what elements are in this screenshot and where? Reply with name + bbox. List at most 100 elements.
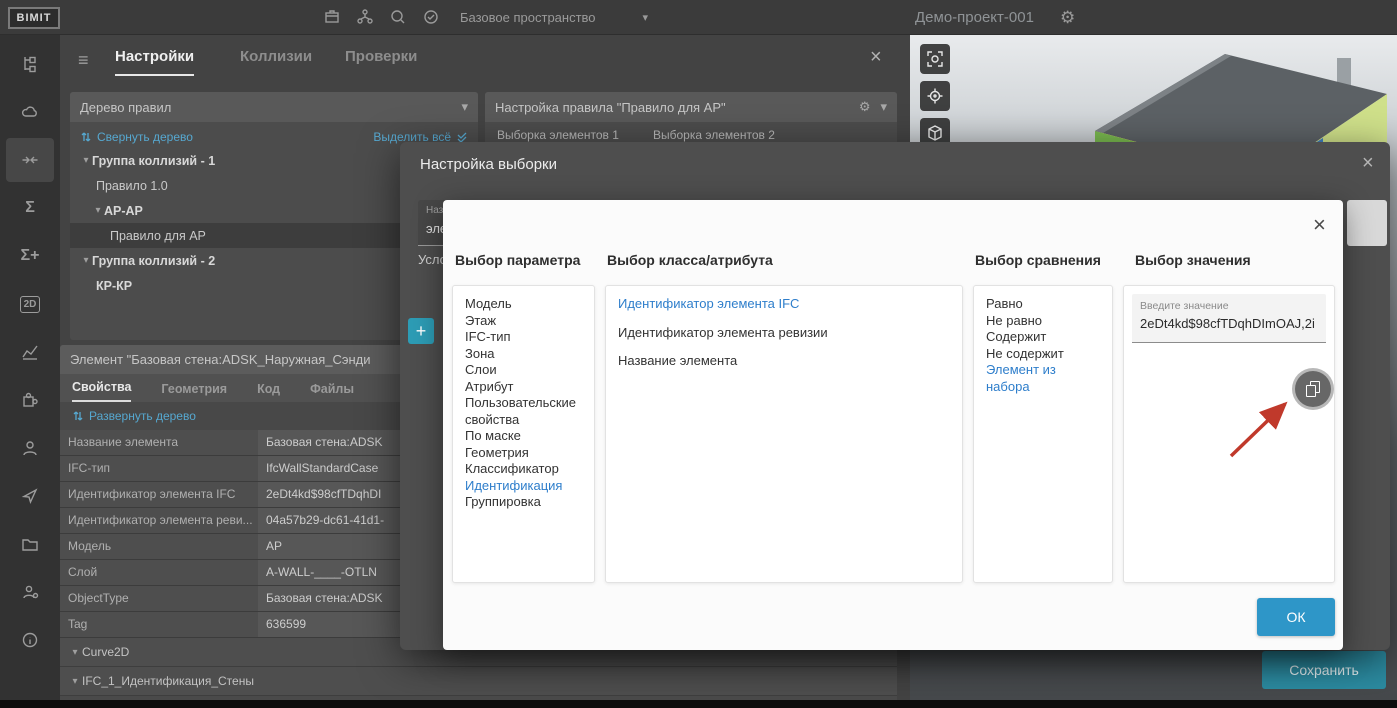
- tab-properties[interactable]: Свойства: [72, 380, 131, 402]
- sidebar-sigma-button[interactable]: Σ: [6, 186, 54, 230]
- tree-item-label: КР-КР: [96, 279, 132, 293]
- rules-tree-header[interactable]: Дерево правил ▾: [70, 92, 478, 122]
- close-icon[interactable]: ×: [1313, 212, 1326, 238]
- rules-tree-title: Дерево правил: [80, 100, 171, 115]
- chevron-down-icon[interactable]: ▾: [68, 647, 82, 658]
- sidebar-collisions-button[interactable]: [6, 138, 54, 182]
- rule-config-header[interactable]: Настройка правила "Правило для АР" ⚙ ▾: [485, 92, 897, 122]
- sidebar-pointer-button[interactable]: [6, 474, 54, 518]
- collapse-tree-link[interactable]: Свернуть дерево: [80, 130, 193, 144]
- comparison-column-title: Выбор сравнения: [975, 252, 1101, 268]
- tab-collisions[interactable]: Коллизии: [240, 48, 312, 74]
- chevron-down-icon[interactable]: ▾: [461, 99, 468, 115]
- value-input-field[interactable]: Введите значение: [1132, 294, 1326, 343]
- tree-item-label: АР-АР: [104, 204, 143, 218]
- chevron-down-icon[interactable]: ▾: [68, 676, 82, 687]
- team-structure-icon[interactable]: [355, 7, 375, 27]
- option-ifc-element-id[interactable]: Идентификатор элемента IFC: [618, 296, 950, 313]
- group-label: IFC_1_Идентификация_Стены: [82, 674, 254, 688]
- sidebar-sigma-plus-button[interactable]: Σ+: [6, 234, 54, 278]
- value-column-title: Выбор значения: [1135, 252, 1251, 268]
- option-ifc-type[interactable]: IFC-тип: [465, 329, 582, 346]
- sidebar-info-button[interactable]: [6, 618, 54, 662]
- tab-code[interactable]: Код: [257, 382, 280, 402]
- option-classifier[interactable]: Классификатор: [465, 461, 582, 478]
- tree-item-label: Группа коллизий - 2: [92, 254, 215, 268]
- option-custom-properties[interactable]: Пользовательские свойства: [465, 395, 582, 428]
- copy-value-button[interactable]: [1295, 371, 1331, 407]
- sigma-plus-icon: Σ+: [21, 247, 40, 265]
- check-circle-icon[interactable]: [421, 7, 441, 27]
- option-floor[interactable]: Этаж: [465, 313, 582, 330]
- chevron-down-icon[interactable]: ▾: [80, 255, 92, 266]
- property-name: Tag: [60, 612, 258, 637]
- option-by-mask[interactable]: По маске: [465, 428, 582, 445]
- field-side-button[interactable]: [1347, 200, 1387, 246]
- expand-tree-link[interactable]: Развернуть дерево: [72, 409, 196, 423]
- option-model[interactable]: Модель: [465, 296, 582, 313]
- option-element-from-set[interactable]: Элемент из набора: [986, 362, 1100, 395]
- comparison-listbox: Равно Не равно Содержит Не содержит Элем…: [973, 285, 1113, 583]
- option-zone[interactable]: Зона: [465, 346, 582, 363]
- property-group-ifc-identification[interactable]: ▾ IFC_1_Идентификация_Стены: [60, 667, 897, 696]
- tab-geometry[interactable]: Геометрия: [161, 382, 227, 402]
- tab-settings[interactable]: Настройки: [115, 48, 194, 76]
- model-box-icon[interactable]: [322, 7, 342, 27]
- tab-checks[interactable]: Проверки: [345, 48, 417, 74]
- close-icon[interactable]: ×: [1362, 152, 1374, 175]
- option-geometry[interactable]: Геометрия: [465, 445, 582, 462]
- option-revision-element-id[interactable]: Идентификатор элемента ревизии: [618, 325, 950, 342]
- project-settings-gear-icon[interactable]: ⚙: [1060, 9, 1075, 26]
- sync-globe-icon[interactable]: [388, 7, 408, 27]
- sidebar-cloud-button[interactable]: [6, 90, 54, 134]
- option-attribute[interactable]: Атрибут: [465, 379, 582, 396]
- option-equals[interactable]: Равно: [986, 296, 1100, 313]
- chevron-down-icon[interactable]: ▾: [80, 155, 92, 166]
- property-name: ObjectType: [60, 586, 258, 611]
- sidebar-folder-button[interactable]: [6, 522, 54, 566]
- sidebar-user-button[interactable]: [6, 426, 54, 470]
- panel-menu-icon[interactable]: ≡: [78, 50, 89, 71]
- viewport-nav: [920, 44, 950, 148]
- option-layers[interactable]: Слои: [465, 362, 582, 379]
- tab-files[interactable]: Файлы: [310, 382, 354, 402]
- panel-close-icon[interactable]: ×: [870, 46, 882, 69]
- topbar: BIMIT Базовое пространство ▾ Демо-проект…: [0, 0, 1397, 35]
- value-input[interactable]: [1140, 316, 1318, 331]
- app-root: BIMIT Базовое пространство ▾ Демо-проект…: [0, 0, 1397, 708]
- class-listbox: Идентификатор элемента IFC Идентификатор…: [605, 285, 963, 583]
- class-column-title: Выбор класса/атрибута: [607, 252, 773, 268]
- element-title: Элемент "Базовая стена:ADSK_Наружная_Сэн…: [70, 352, 371, 367]
- project-title: Демо-проект-001: [915, 9, 1034, 26]
- option-identification[interactable]: Идентификация: [465, 478, 582, 495]
- sigma-icon: Σ: [25, 199, 35, 217]
- topbar-project: Демо-проект-001 ⚙: [915, 0, 1075, 34]
- chevron-down-icon[interactable]: ▾: [880, 99, 887, 115]
- option-not-contains[interactable]: Не содержит: [986, 346, 1100, 363]
- parameter-column-title: Выбор параметра: [455, 252, 580, 268]
- option-not-equals[interactable]: Не равно: [986, 313, 1100, 330]
- option-element-name[interactable]: Название элемента: [618, 353, 950, 370]
- sidebar-model-tree-button[interactable]: [6, 42, 54, 86]
- workspace-selector[interactable]: Базовое пространство ▾: [460, 10, 648, 25]
- target-home-button[interactable]: [920, 81, 950, 111]
- ok-button[interactable]: ОК: [1257, 598, 1335, 636]
- chevron-down-icon[interactable]: ▾: [92, 205, 104, 216]
- option-grouping[interactable]: Группировка: [465, 494, 582, 511]
- sidebar-plugin-button[interactable]: [6, 378, 54, 422]
- option-contains[interactable]: Содержит: [986, 329, 1100, 346]
- property-name: Название элемента: [60, 430, 258, 455]
- sidebar-chart-button[interactable]: [6, 330, 54, 374]
- gear-icon[interactable]: ⚙: [859, 99, 871, 115]
- save-button[interactable]: Сохранить: [1262, 651, 1386, 689]
- selection-tab-2[interactable]: Выборка элементов 2: [653, 128, 775, 142]
- parameter-listbox: Модель Этаж IFC-тип Зона Слои Атрибут По…: [452, 285, 595, 583]
- left-toolbar: Σ Σ+ 2D: [0, 34, 60, 708]
- sidebar-2d-button[interactable]: 2D: [6, 282, 54, 326]
- app-logo: BIMIT: [8, 7, 60, 29]
- property-name: Идентификатор элемента реви...: [60, 508, 258, 533]
- bottom-strip: [0, 700, 1397, 708]
- focus-selection-button[interactable]: [920, 44, 950, 74]
- selection-tab-1[interactable]: Выборка элементов 1: [497, 128, 619, 142]
- sidebar-user-pin-button[interactable]: [6, 570, 54, 614]
